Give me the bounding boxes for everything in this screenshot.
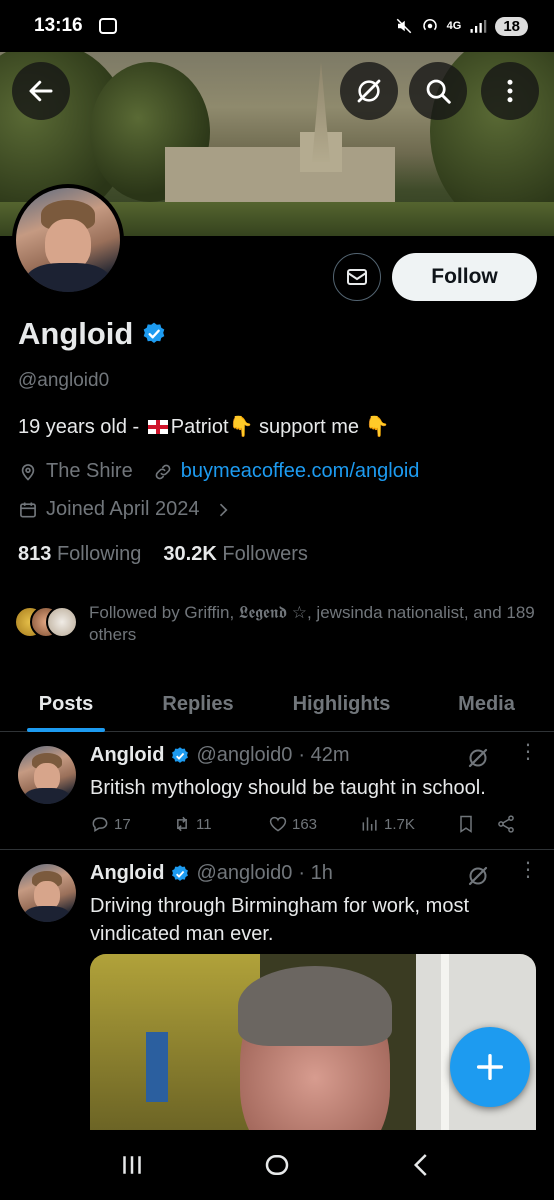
verified-badge-icon[interactable] xyxy=(141,321,167,347)
views-icon xyxy=(362,817,377,831)
verified-badge-icon xyxy=(172,746,189,763)
status-indicators: 4G 18 xyxy=(395,16,528,36)
bio-mid: Patriot xyxy=(170,416,229,438)
back-button[interactable] xyxy=(12,62,70,120)
tab-replies[interactable]: Replies xyxy=(132,676,264,732)
england-flag-icon xyxy=(147,420,168,434)
tweet-time: · 1h xyxy=(298,862,333,884)
profile-bio: 19 years old - Patriot👇 support me 👇 xyxy=(18,414,390,439)
tweet-more-icon[interactable]: ⋮ xyxy=(518,742,538,762)
profile-joined-row[interactable]: Joined April 2024 xyxy=(18,498,233,521)
recent-apps-icon[interactable] xyxy=(117,1150,147,1180)
repost-button[interactable]: 11 xyxy=(172,814,268,834)
point-down-emoji-2: 👇 xyxy=(364,416,390,438)
tab-media[interactable]: Media xyxy=(419,676,554,732)
more-options-button[interactable] xyxy=(481,62,539,120)
chevron-right-icon xyxy=(220,503,228,516)
tweet-actions: 17 11 163 1.7K xyxy=(90,814,530,834)
profile-avatar[interactable] xyxy=(12,184,124,296)
tweet-author-handle: @angloid0 xyxy=(196,862,293,884)
grok-icon[interactable] xyxy=(466,864,490,888)
display-name: Angloid xyxy=(18,316,134,351)
status-time: 13:16 xyxy=(34,15,83,36)
reply-count: 17 xyxy=(114,815,131,833)
views-count: 1.7K xyxy=(384,815,415,833)
profile-meta-row: The Shire buymeacoffee.com/angloid xyxy=(18,460,419,483)
back-nav-icon[interactable] xyxy=(407,1150,437,1180)
reply-button[interactable]: 17 xyxy=(90,814,172,834)
bookmark-icon[interactable] xyxy=(456,814,476,834)
tweet-time: · 42m xyxy=(298,744,350,766)
following-stat[interactable]: 813 Following xyxy=(18,543,141,566)
heart-icon xyxy=(269,816,287,832)
views-button[interactable]: 1.7K xyxy=(360,814,456,834)
search-button[interactable] xyxy=(409,62,467,120)
followers-count: 30.2K xyxy=(163,543,217,565)
follower-avatar-3 xyxy=(46,606,78,638)
location-pin-icon xyxy=(21,463,35,481)
plus-icon xyxy=(476,1053,504,1081)
link-icon xyxy=(155,464,171,479)
hotspot-icon xyxy=(422,19,437,31)
search-icon xyxy=(426,79,451,104)
tweet-text: Driving through Birmingham for work, mos… xyxy=(90,895,470,945)
profile-tabs: Posts Replies Highlights Media xyxy=(0,676,554,732)
arrow-left-icon xyxy=(29,80,53,102)
home-icon[interactable] xyxy=(262,1150,292,1180)
profile-name-row: Angloid xyxy=(18,316,167,352)
tab-highlights[interactable]: Highlights xyxy=(264,676,419,732)
network-type: 4G xyxy=(446,20,462,32)
tweet-header: Angloid @angloid0 · 1h xyxy=(90,862,333,885)
like-count: 163 xyxy=(292,815,318,833)
screenshot-icon xyxy=(98,18,117,34)
tweet-author-name[interactable]: Angloid xyxy=(90,744,164,767)
following-label: Following xyxy=(56,543,142,565)
followers-stat[interactable]: 30.2K Followers xyxy=(163,543,308,566)
tweet-header: Angloid @angloid0 · 42m xyxy=(90,744,350,767)
message-button[interactable] xyxy=(333,253,381,301)
envelope-icon xyxy=(347,269,367,285)
repost-icon xyxy=(177,816,187,832)
profile-handle: @angloid0 xyxy=(18,370,110,391)
grok-button[interactable] xyxy=(340,62,398,120)
profile-joined-date: Joined April 2024 xyxy=(46,498,200,520)
grok-icon xyxy=(357,79,381,103)
grok-icon[interactable] xyxy=(466,746,490,770)
bio-prefix: 19 years old - xyxy=(18,416,145,438)
compose-button[interactable] xyxy=(450,1027,530,1107)
like-button[interactable]: 163 xyxy=(268,814,360,834)
tweet-text: British mythology should be taught in sc… xyxy=(90,777,486,799)
follow-button[interactable]: Follow xyxy=(392,253,537,301)
profile-website-link[interactable]: buymeacoffee.com/angloid xyxy=(181,460,420,483)
followed-by-avatars[interactable] xyxy=(14,600,84,640)
following-count: 813 xyxy=(18,543,52,565)
followed-by-text[interactable]: Followed by Griffin, 𝕷𝖊𝖌𝖊𝖓𝖉 ☆, jewsinda … xyxy=(89,602,539,646)
tab-posts[interactable]: Posts xyxy=(0,676,132,732)
tweet-author-handle: @angloid0 xyxy=(196,744,293,766)
share-icon[interactable] xyxy=(496,814,516,834)
reply-icon xyxy=(92,817,108,832)
tweet[interactable]: Angloid @angloid0 · 42m ⋮ British mythol… xyxy=(0,732,554,850)
status-bar: 13:16 4G 18 xyxy=(0,0,554,52)
profile-location: The Shire xyxy=(46,460,133,482)
tweet-more-icon[interactable]: ⋮ xyxy=(518,860,538,880)
tweet-avatar[interactable] xyxy=(18,746,76,804)
follow-stats: 813 Following 30.2K Followers xyxy=(18,543,308,566)
tweet-author-name[interactable]: Angloid xyxy=(90,862,164,885)
repost-count: 11 xyxy=(196,815,212,833)
more-vertical-icon xyxy=(507,79,513,103)
signal-icon xyxy=(470,20,487,33)
system-nav-bar xyxy=(0,1130,554,1200)
battery-level: 18 xyxy=(495,16,528,36)
verified-badge-icon xyxy=(172,864,189,881)
bio-suffix: support me xyxy=(253,416,365,438)
tweet-avatar[interactable] xyxy=(18,864,76,922)
point-down-emoji: 👇 xyxy=(228,416,254,438)
calendar-icon xyxy=(20,502,36,517)
followers-label: Followers xyxy=(222,543,308,565)
mute-icon xyxy=(396,18,411,34)
